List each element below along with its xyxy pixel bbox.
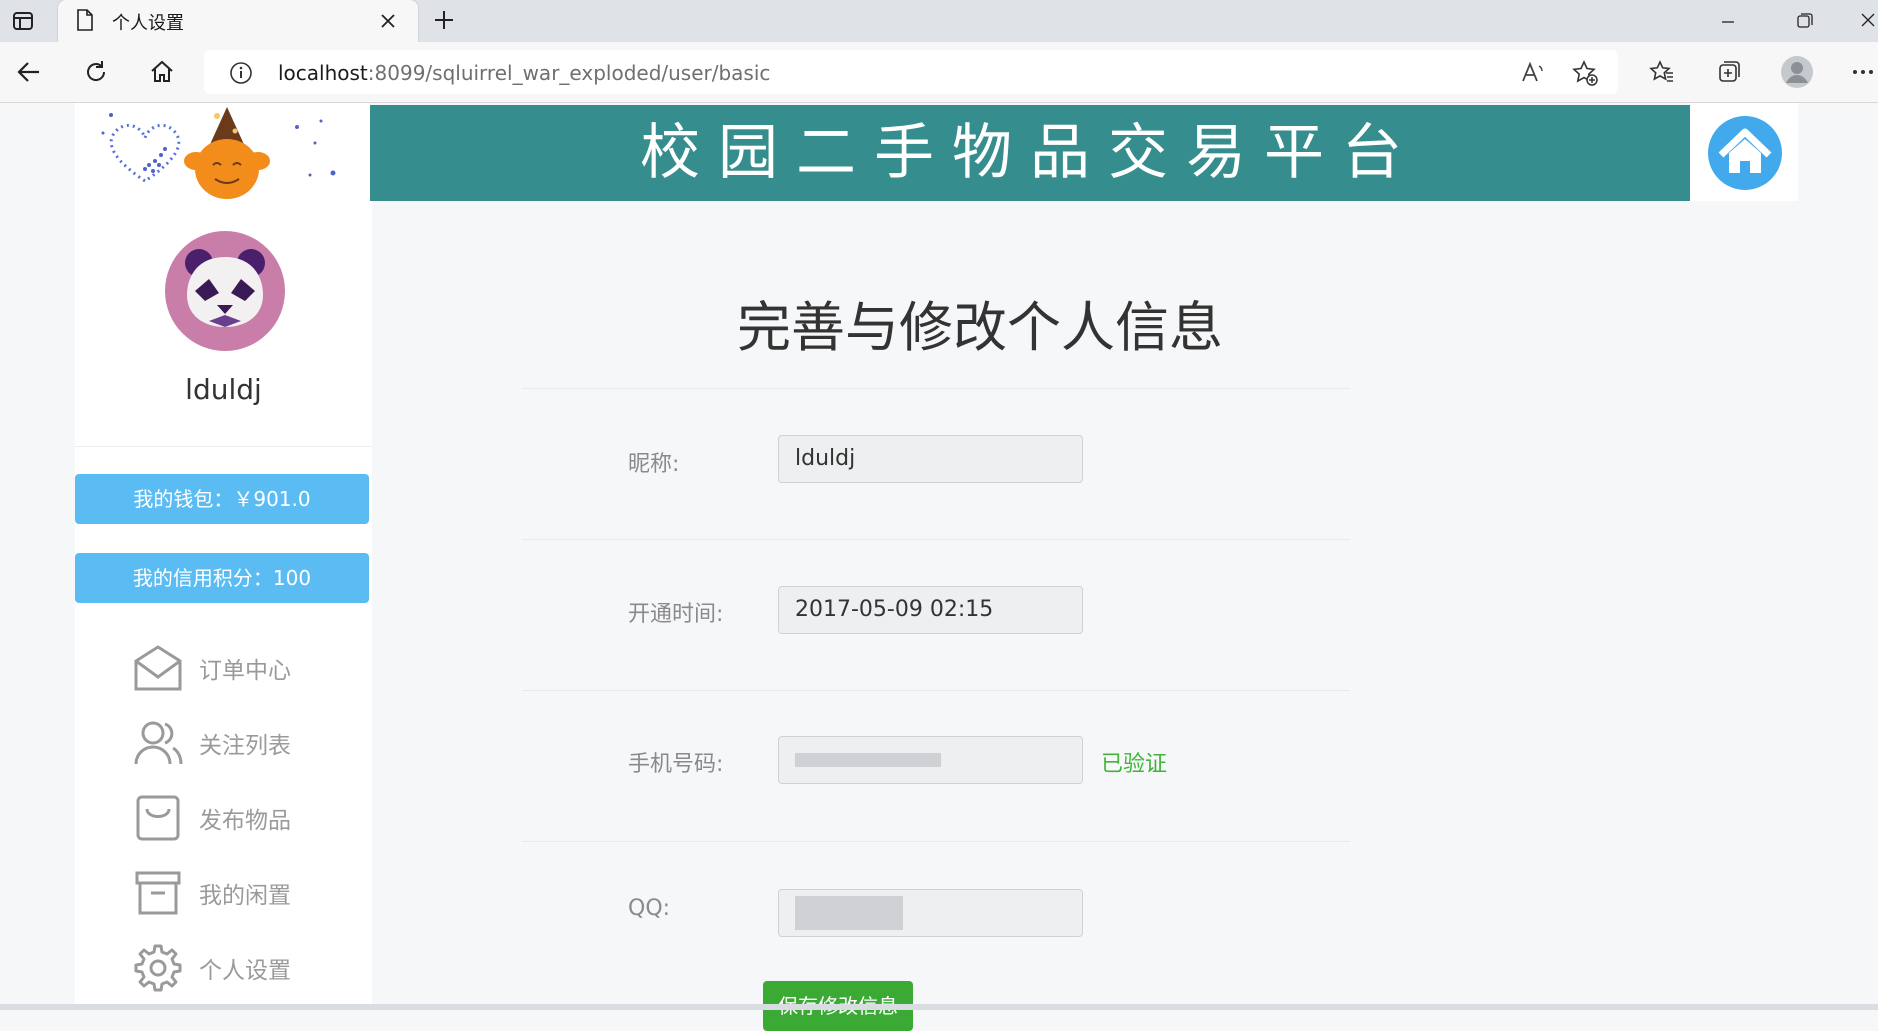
new-tab-icon[interactable] bbox=[432, 8, 456, 32]
sidebar-item-label: 关注列表 bbox=[199, 733, 291, 759]
sidebar-item-label: 订单中心 bbox=[199, 658, 291, 684]
more-icon[interactable] bbox=[1852, 68, 1874, 76]
home-icon[interactable] bbox=[1707, 115, 1783, 191]
browser-tab-bar: 个人设置 bbox=[0, 0, 1878, 42]
sidebar-item-idle[interactable]: 我的闲置 bbox=[133, 862, 363, 922]
site-logo[interactable] bbox=[75, 103, 370, 201]
banner-title: 校园二手物品交易平台 bbox=[640, 118, 1420, 188]
user-sidebar: lduldj 我的钱包：￥901.0 我的信用积分：100 订单中心 关注列表 … bbox=[75, 201, 372, 1010]
close-icon[interactable] bbox=[380, 13, 396, 29]
sidebar-item-publish[interactable]: 发布物品 bbox=[133, 787, 363, 847]
nickname-field[interactable]: lduldj bbox=[778, 435, 1083, 483]
site-banner: 校园二手物品交易平台 bbox=[370, 105, 1690, 201]
home-button[interactable] bbox=[1690, 103, 1798, 201]
bag-icon bbox=[136, 795, 180, 841]
sidebar-item-label: 我的闲置 bbox=[199, 883, 291, 909]
address-bar[interactable]: localhost:8099/sqluirrel_war_exploded/us… bbox=[204, 50, 1618, 94]
read-aloud-icon[interactable] bbox=[1520, 60, 1546, 86]
restore-icon[interactable] bbox=[1796, 12, 1814, 30]
qq-label: QQ: bbox=[628, 896, 671, 921]
browser-tab[interactable]: 个人设置 bbox=[58, 0, 418, 42]
sidebar-item-orders[interactable]: 订单中心 bbox=[133, 637, 363, 697]
gear-icon bbox=[134, 944, 182, 992]
sidebar-item-label: 个人设置 bbox=[199, 958, 291, 984]
sidebar-item-label: 发布物品 bbox=[199, 808, 291, 834]
credit-score-button[interactable]: 我的信用积分：100 bbox=[75, 553, 369, 603]
page-icon bbox=[77, 9, 93, 31]
redacted-qq-number bbox=[795, 896, 903, 930]
url-host: localhost bbox=[278, 61, 368, 85]
favorites-icon[interactable] bbox=[1649, 59, 1675, 85]
form-divider bbox=[522, 388, 1350, 389]
profile-icon[interactable] bbox=[1781, 56, 1813, 88]
sidebar-item-settings[interactable]: 个人设置 bbox=[133, 937, 363, 997]
url-text[interactable]: localhost:8099/sqluirrel_war_exploded/us… bbox=[278, 61, 770, 85]
phone-verified-status: 已验证 bbox=[1101, 752, 1168, 777]
window-close-icon[interactable] bbox=[1860, 12, 1876, 28]
phone-label: 手机号码: bbox=[628, 752, 724, 777]
avatar[interactable] bbox=[165, 231, 285, 351]
qq-field[interactable] bbox=[778, 889, 1083, 937]
web-page: 校园二手物品交易平台 lduldj 我的钱包：￥901.0 我的信用积分：100… bbox=[0, 103, 1878, 1031]
browser-toolbar: localhost:8099/sqluirrel_war_exploded/us… bbox=[0, 42, 1878, 103]
logo-illustration bbox=[101, 107, 336, 199]
url-path: :8099/sqluirrel_war_exploded/user/basic bbox=[367, 61, 771, 85]
users-icon bbox=[134, 721, 183, 765]
username: lduldj bbox=[185, 373, 262, 406]
opened-time-label: 开通时间: bbox=[628, 602, 724, 627]
window-bottom-edge bbox=[0, 1004, 1878, 1010]
form-divider bbox=[522, 841, 1350, 842]
panda-avatar-image bbox=[185, 249, 265, 327]
minimize-icon[interactable] bbox=[1720, 14, 1736, 30]
opened-time-field[interactable]: 2017-05-09 02:15 bbox=[778, 586, 1083, 634]
sidebar-toggle-icon[interactable] bbox=[12, 10, 34, 32]
home-icon[interactable] bbox=[149, 59, 175, 85]
nickname-label: 昵称: bbox=[628, 452, 680, 477]
back-icon[interactable] bbox=[16, 59, 42, 85]
collections-icon[interactable] bbox=[1716, 59, 1742, 85]
page-title: 完善与修改个人信息 bbox=[737, 296, 1223, 359]
archive-icon bbox=[135, 871, 181, 915]
tab-title: 个人设置 bbox=[112, 13, 184, 34]
form-divider bbox=[522, 539, 1350, 540]
sidebar-divider bbox=[75, 446, 372, 447]
phone-field[interactable] bbox=[778, 736, 1083, 784]
add-favorite-icon[interactable] bbox=[1572, 60, 1598, 86]
info-icon[interactable] bbox=[229, 61, 253, 85]
refresh-icon[interactable] bbox=[83, 59, 109, 85]
envelope-icon bbox=[134, 645, 182, 691]
sidebar-item-following[interactable]: 关注列表 bbox=[133, 712, 363, 772]
redacted-phone-number bbox=[795, 753, 941, 767]
form-divider bbox=[522, 690, 1350, 691]
wallet-button[interactable]: 我的钱包：￥901.0 bbox=[75, 474, 369, 524]
